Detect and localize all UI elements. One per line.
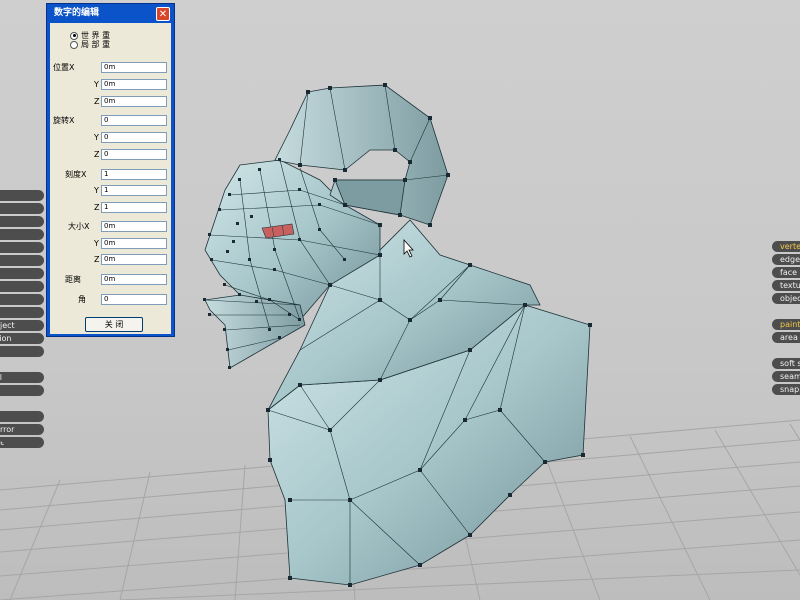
rotation-x-field[interactable]: 0 (101, 115, 167, 126)
close-icon[interactable]: ✕ (156, 7, 170, 21)
size-z-label: Z (94, 255, 100, 264)
rotation-z-field[interactable]: 0 (101, 149, 167, 160)
size-y-field[interactable]: 0m (101, 238, 167, 249)
left-tool-tab[interactable] (0, 411, 44, 422)
distance-field[interactable]: 0m (101, 274, 167, 285)
position-x-label: 位置X (53, 63, 75, 72)
left-tool-tab[interactable] (0, 190, 44, 201)
rotation-y-field[interactable]: 0 (101, 132, 167, 143)
left-tool-tab[interactable] (0, 385, 44, 396)
left-tool-tab[interactable]: ool (0, 372, 44, 383)
left-tool-tab[interactable] (0, 268, 44, 279)
left-tool-tab[interactable]: object (0, 320, 44, 331)
size-x-field[interactable]: 0m (101, 221, 167, 232)
scale-y-label: Y (94, 186, 99, 195)
radio-world-label: 世 界 重 (81, 31, 111, 40)
mode-tab-7[interactable]: soft s (772, 358, 800, 369)
radio-local-indicator[interactable] (70, 40, 78, 49)
scale-z-field[interactable]: 1 (101, 202, 167, 213)
left-tool-tab-label: object (0, 321, 15, 330)
rotation-x-label: 旋转X (53, 116, 75, 125)
left-tool-tab[interactable] (0, 255, 44, 266)
scale-y-field[interactable]: 1 (101, 185, 167, 196)
left-tool-tab-label: ool (0, 373, 3, 382)
scale-z-label: Z (94, 203, 100, 212)
distance-label: 距离 (65, 275, 81, 284)
rotation-y-label: Y (94, 133, 99, 142)
left-tool-tab[interactable] (0, 294, 44, 305)
close-button[interactable]: 关 闭 (85, 317, 143, 332)
size-y-label: Y (94, 239, 99, 248)
scale-x-label: 刻度X (65, 170, 87, 179)
left-panel-arrow-icon (0, 440, 10, 446)
numeric-edit-dialog: 数字的编辑 ✕ 世 界 重 局 部 重 位置X 0m Y 0m Z 0m 旋转X… (46, 3, 175, 337)
left-tool-tab[interactable] (0, 242, 44, 253)
mode-tab-1[interactable]: edge (772, 254, 800, 265)
position-y-field[interactable]: 0m (101, 79, 167, 90)
left-tool-tab-label: usion (0, 334, 12, 343)
left-tool-tab[interactable]: usion (0, 333, 44, 344)
position-y-label: Y (94, 80, 99, 89)
radio-world-indicator[interactable] (70, 31, 78, 40)
dialog-title: 数字的编辑 (54, 8, 100, 18)
radio-local-label: 局 部 重 (81, 40, 111, 49)
mode-tab-5[interactable]: paint (772, 319, 800, 330)
radio-local[interactable]: 局 部 重 (70, 40, 110, 49)
left-tool-tab[interactable] (0, 346, 44, 357)
size-x-label: 大小X (68, 222, 90, 231)
mode-tab-8[interactable]: seam (772, 371, 800, 382)
left-tool-tab-label: mirror (0, 425, 15, 434)
scale-x-field[interactable]: 1 (101, 169, 167, 180)
size-z-field[interactable]: 0m (101, 254, 167, 265)
dialog-body: 世 界 重 局 部 重 位置X 0m Y 0m Z 0m 旋转X 0 Y 0 Z… (50, 23, 171, 334)
mode-tab-9[interactable]: snap (772, 384, 800, 395)
mode-tab-6[interactable]: area (772, 332, 800, 343)
left-tool-tab[interactable] (0, 229, 44, 240)
left-tool-tab[interactable] (0, 216, 44, 227)
left-tool-tab[interactable] (0, 281, 44, 292)
mode-tab-3[interactable]: textu (772, 280, 800, 291)
mode-tab-0[interactable]: verte (772, 241, 800, 252)
radio-world[interactable]: 世 界 重 (70, 31, 110, 40)
mode-tab-4[interactable]: objec (772, 293, 800, 304)
position-z-label: Z (94, 97, 100, 106)
rotation-z-label: Z (94, 150, 100, 159)
mesh-model[interactable] (203, 83, 592, 587)
left-tool-tab[interactable]: ct (0, 307, 44, 318)
mode-tab-2[interactable]: face (772, 267, 800, 278)
left-tool-tab[interactable] (0, 203, 44, 214)
position-z-field[interactable]: 0m (101, 96, 167, 107)
left-tool-tab[interactable]: mirror (0, 424, 44, 435)
angle-field[interactable]: 0 (101, 294, 167, 305)
position-x-field[interactable]: 0m (101, 62, 167, 73)
angle-label: 角 (78, 295, 86, 304)
